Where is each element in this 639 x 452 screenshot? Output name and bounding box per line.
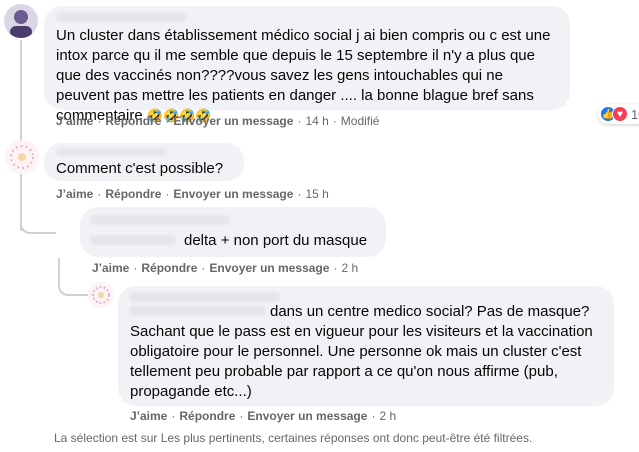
send-message-button[interactable]: Envoyer un message (173, 187, 293, 201)
avatar[interactable] (88, 282, 114, 308)
text-redacted (130, 306, 266, 316)
like-button[interactable]: J’aime (56, 187, 93, 201)
avatar[interactable] (4, 4, 38, 38)
filter-notice: La sélection est sur Les plus pertinents… (54, 431, 533, 445)
author-name-redacted (56, 148, 166, 156)
avatar[interactable] (5, 140, 39, 174)
reply-text: delta + non port du masque (184, 232, 368, 249)
thread-line-reply1 (20, 214, 56, 234)
like-button[interactable]: J’aime (92, 261, 129, 275)
author-name-redacted (90, 215, 230, 225)
timestamp[interactable]: 14 h (305, 114, 328, 128)
send-message-button[interactable]: Envoyer un message (173, 114, 293, 128)
love-icon: ♥ (612, 106, 628, 122)
reply-button[interactable]: Répondre (179, 409, 235, 423)
timestamp[interactable]: 2 h (341, 261, 358, 275)
reply-actions: J’aime · Répondre · Envoyer un message · 2 h (92, 261, 359, 275)
comment-bubble: Comment c'est possible? (44, 143, 244, 181)
avatar-photo-icon (5, 140, 39, 174)
reply-button[interactable]: Répondre (105, 187, 161, 201)
avatar-photo-icon (88, 282, 114, 308)
author-name-redacted (56, 12, 186, 22)
comment-actions: J’aime · Répondre · Envoyer un message · 15 h (56, 187, 329, 201)
send-message-button[interactable]: Envoyer un message (247, 409, 367, 423)
reaction-count: 10 (631, 106, 639, 122)
reply-bubble: dans un centre medico social? Pas de mas… (118, 286, 614, 406)
text-redacted (90, 235, 176, 245)
timestamp[interactable]: 2 h (379, 409, 396, 423)
comment-bubble: Un cluster dans établissement médico soc… (44, 6, 570, 124)
like-button[interactable]: J’aime (56, 114, 93, 128)
reply-button[interactable]: Répondre (105, 114, 161, 128)
comment-actions: J’aime · Répondre · Envoyer un message · 14 h ·… (56, 114, 380, 128)
reply-button[interactable]: Répondre (141, 261, 197, 275)
edited-label: Modifié (340, 114, 380, 128)
reply-bubble: delta + non port du masque (80, 207, 386, 257)
avatar-photo-icon (4, 4, 38, 38)
reply-text: dans un centre medico social? Pas de mas… (130, 303, 593, 400)
author-name-redacted (130, 292, 280, 302)
thread-line-reply2 (58, 272, 88, 296)
reply-actions: J’aime · Répondre · Envoyer un message · 2 h (130, 409, 397, 423)
send-message-button[interactable]: Envoyer un message (209, 261, 329, 275)
comment-text: Comment c'est possible? (56, 160, 224, 177)
reaction-summary[interactable]: 👍 ♥ 10 (598, 104, 639, 124)
timestamp[interactable]: 15 h (305, 187, 328, 201)
like-button[interactable]: J’aime (130, 409, 167, 423)
comment-text: Un cluster dans établissement médico soc… (56, 27, 551, 124)
